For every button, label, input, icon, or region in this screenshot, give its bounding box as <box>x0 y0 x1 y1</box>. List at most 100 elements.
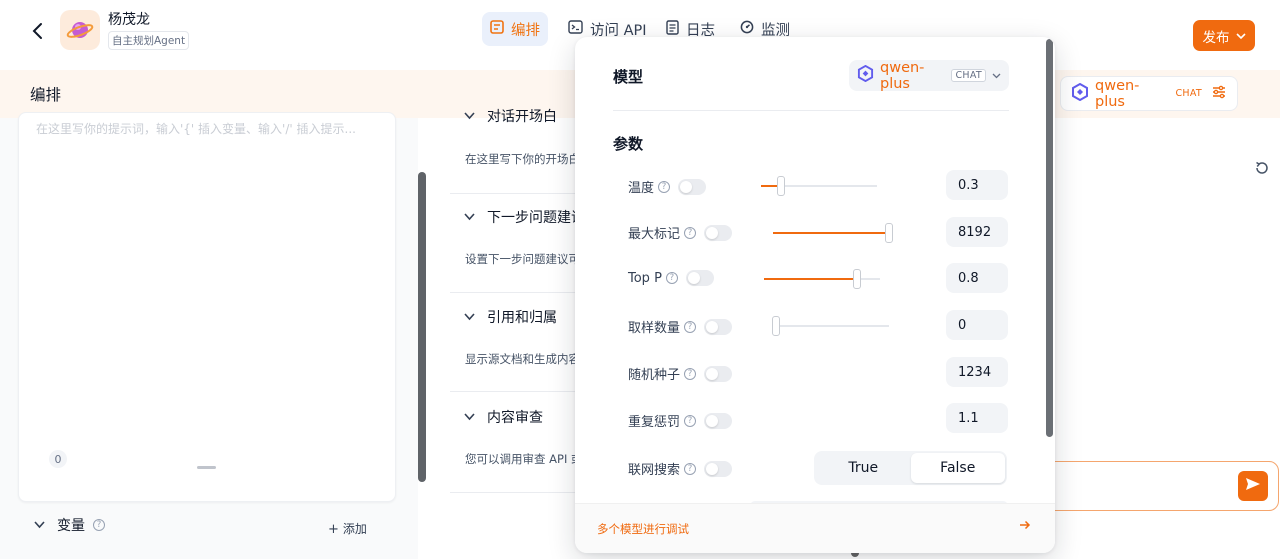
variables-header[interactable]: 变量 ? <box>34 515 105 535</box>
model-name: qwen-plus <box>880 59 925 92</box>
qwen-logo-icon <box>857 64 874 86</box>
monitor-icon <box>740 20 754 38</box>
scrollbar[interactable] <box>1046 39 1053 437</box>
app-icon <box>60 10 100 50</box>
slider-thumb[interactable] <box>772 316 780 336</box>
param-max-tokens-value[interactable]: 8192 <box>946 217 1008 247</box>
help-icon: ? <box>684 414 697 427</box>
plus-icon: + <box>328 522 339 537</box>
settings-sliders-icon[interactable] <box>1211 84 1227 104</box>
resize-handle[interactable] <box>197 466 216 469</box>
orchestrate-icon <box>490 20 504 38</box>
terminal-icon <box>568 20 583 38</box>
chevron-down-icon <box>992 68 1001 83</box>
divider <box>450 292 576 293</box>
slider-thumb[interactable] <box>852 269 861 289</box>
slider-thumb[interactable] <box>885 223 893 243</box>
param-sample-count-toggle[interactable] <box>704 318 733 335</box>
send-icon <box>1245 477 1261 495</box>
param-top-p-label: Top P ? <box>628 270 714 286</box>
model-name: qwen-plus <box>1095 77 1140 110</box>
chevron-down-icon <box>464 108 475 124</box>
param-sample-count-value[interactable]: 0 <box>946 310 1008 340</box>
help-icon: ? <box>665 272 678 284</box>
page-title: 编排 <box>30 86 62 104</box>
send-button[interactable] <box>1238 471 1268 501</box>
char-counter: 0 <box>49 450 67 468</box>
chevron-down-icon <box>34 517 45 533</box>
param-label: 取样数量 <box>628 321 681 336</box>
prompt-placeholder[interactable]: 在这里写你的提示词，输入'{' 插入变量、输入'/' 插入提示... <box>36 120 381 137</box>
param-temperature-value[interactable]: 0.3 <box>946 170 1008 200</box>
multi-model-debug-link[interactable]: 多个模型进行调试 <box>597 521 689 537</box>
param-temperature-toggle[interactable] <box>678 178 707 195</box>
help-icon: ? <box>684 226 697 239</box>
feature-desc: 设置下一步问题建议可 <box>465 252 580 266</box>
help-icon: ? <box>93 519 105 531</box>
param-web-search-toggle[interactable] <box>704 460 733 477</box>
param-web-search-label: 联网搜索 ? <box>628 459 733 478</box>
param-repetition-penalty-value[interactable]: 1.1 <box>946 403 1008 433</box>
tab-label: 编排 <box>511 22 540 39</box>
slider-fill <box>773 232 889 234</box>
add-label: 添加 <box>342 522 367 536</box>
help-icon: ? <box>684 320 697 333</box>
slider-fill <box>764 278 857 280</box>
add-variable-button[interactable]: + 添加 <box>328 520 367 537</box>
param-label: Top P <box>628 270 662 286</box>
divider <box>613 110 1009 111</box>
feature-title: 对话开场白 <box>487 109 557 125</box>
feature-suggestions-header[interactable]: 下一步问题建议 <box>464 207 585 227</box>
qwen-logo-icon <box>1071 82 1089 105</box>
arrow-right-icon[interactable] <box>1019 518 1031 534</box>
param-seed-label: 随机种子 ? <box>628 364 733 383</box>
prompt-editor[interactable] <box>18 112 396 502</box>
chevron-down-icon <box>464 309 475 325</box>
publish-button[interactable]: 发布 <box>1193 20 1255 51</box>
model-mode-badge: CHAT <box>951 69 986 82</box>
feature-title: 引用和归属 <box>487 310 557 326</box>
feature-moderation-header[interactable]: 内容审查 <box>464 407 543 427</box>
model-selector-right[interactable]: qwen-plus CHAT <box>1060 76 1238 111</box>
feature-desc: 您可以调用审查 API 或 <box>465 452 583 466</box>
param-repetition-penalty-toggle[interactable] <box>704 412 733 429</box>
chevron-down-icon <box>464 409 475 425</box>
model-section-title: 模型 <box>613 68 644 86</box>
param-repetition-penalty-label: 重复惩罚 ? <box>628 411 733 430</box>
param-top-p-value[interactable]: 0.8 <box>946 263 1008 293</box>
feature-opening-header[interactable]: 对话开场白 <box>464 106 557 126</box>
option-true[interactable]: True <box>816 453 911 483</box>
param-max-tokens-slider[interactable] <box>773 223 893 243</box>
param-label: 温度 <box>628 181 655 196</box>
help-icon: ? <box>684 462 697 475</box>
feature-title: 下一步问题建议 <box>487 210 585 226</box>
param-seed-toggle[interactable] <box>704 365 733 382</box>
tab-orchestrate[interactable]: 编排 <box>482 12 548 46</box>
feature-citation-header[interactable]: 引用和归属 <box>464 307 557 327</box>
param-sample-count-slider[interactable] <box>772 316 889 336</box>
refresh-icon[interactable] <box>1254 160 1272 178</box>
app-name: 杨茂龙 <box>108 12 150 28</box>
model-settings-popover: 模型 qwen-plus CHAT 参数 温度 ? 0.3 最大标记 ? 819… <box>575 37 1055 553</box>
app-type-badge: 自主规划Agent <box>108 31 190 50</box>
model-selector[interactable]: qwen-plus CHAT <box>849 59 1009 92</box>
param-seed-value[interactable]: 1234 <box>946 357 1008 387</box>
web-search-segmented: True False <box>814 451 1007 485</box>
option-false[interactable]: False <box>910 453 1005 483</box>
divider <box>450 193 576 194</box>
param-label: 联网搜索 <box>628 463 681 478</box>
param-top-p-slider[interactable] <box>764 269 880 289</box>
chevron-down-icon <box>1235 28 1246 44</box>
feature-desc: 在这里写下你的开场白 <box>465 152 580 166</box>
param-temperature-label: 温度 ? <box>628 177 707 196</box>
slider-thumb[interactable] <box>776 176 785 196</box>
scrollbar[interactable] <box>418 172 426 482</box>
feature-title: 内容审查 <box>487 410 543 426</box>
params-section-title: 参数 <box>613 135 644 153</box>
param-max-tokens-toggle[interactable] <box>704 224 733 241</box>
back-chevron-icon[interactable] <box>28 20 48 42</box>
feature-desc: 显示源文档和生成内容 <box>465 352 580 366</box>
param-top-p-toggle[interactable] <box>685 270 714 286</box>
param-sample-count-label: 取样数量 ? <box>628 317 733 336</box>
param-temperature-slider[interactable] <box>761 176 877 196</box>
